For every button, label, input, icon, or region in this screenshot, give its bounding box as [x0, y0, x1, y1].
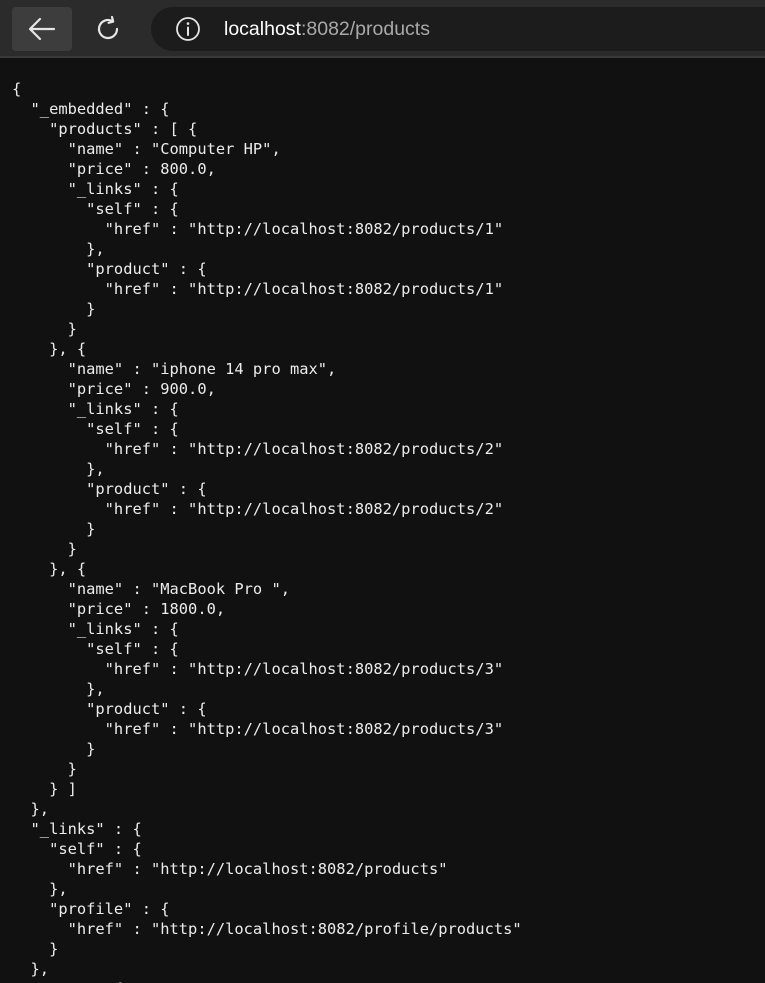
json-line: "_links" : {: [12, 180, 179, 198]
json-line: },: [12, 880, 68, 898]
address-bar[interactable]: localhost:8082/products: [151, 7, 765, 51]
json-line: "href" : "http://localhost:8082/products…: [12, 280, 504, 298]
browser-toolbar: localhost:8082/products: [0, 0, 765, 58]
json-line: }: [12, 520, 96, 538]
json-line: "self" : {: [12, 640, 179, 658]
json-line: "_links" : {: [12, 620, 179, 638]
json-line: "_embedded" : {: [12, 100, 170, 118]
json-line: "_links" : {: [12, 820, 142, 838]
json-line: "name" : "Computer HP",: [12, 140, 281, 158]
json-line: "href" : "http://localhost:8082/products…: [12, 440, 504, 458]
json-line: },: [12, 800, 50, 818]
json-line: "profile" : {: [12, 900, 170, 918]
url-host: localhost: [224, 17, 301, 40]
json-line: "name" : "iphone 14 pro max",: [12, 360, 337, 378]
refresh-icon: [97, 15, 119, 40]
json-line: }: [12, 760, 77, 778]
json-line: } ]: [12, 780, 77, 798]
arrow-left-icon: [28, 17, 56, 41]
json-text: { "_embedded" : { "products" : [ { "name…: [0, 60, 765, 983]
json-line: "product" : {: [12, 480, 207, 498]
json-line: }: [12, 320, 77, 338]
refresh-button[interactable]: [78, 7, 138, 51]
json-line: "price" : 800.0,: [12, 160, 216, 178]
json-line: },: [12, 240, 105, 258]
json-line: }: [12, 740, 96, 758]
json-line: "href" : "http://localhost:8082/profile/…: [12, 920, 522, 938]
json-line: {: [12, 80, 22, 98]
json-line: "price" : 900.0,: [12, 380, 216, 398]
json-line: "self" : {: [12, 840, 142, 858]
back-button[interactable]: [12, 7, 72, 51]
json-line: }: [12, 540, 77, 558]
json-line: "_links" : {: [12, 400, 179, 418]
json-line: }, {: [12, 560, 87, 578]
json-line: },: [12, 680, 105, 698]
json-line: "href" : "http://localhost:8082/products…: [12, 220, 504, 238]
json-line: "href" : "http://localhost:8082/products…: [12, 660, 504, 678]
json-line: "price" : 1800.0,: [12, 600, 226, 618]
json-line: }, {: [12, 340, 87, 358]
json-line: },: [12, 460, 105, 478]
json-line: "self" : {: [12, 420, 179, 438]
url-path: :8082/products: [300, 17, 430, 40]
json-line: "products" : [ {: [12, 120, 198, 138]
json-line: },: [12, 960, 50, 978]
json-viewer: { "_embedded" : { "products" : [ { "name…: [0, 60, 765, 983]
json-line: "href" : "http://localhost:8082/products…: [12, 720, 504, 738]
json-line: }: [12, 300, 96, 318]
json-line: "product" : {: [12, 260, 207, 278]
info-icon[interactable]: [175, 16, 201, 42]
json-line: "self" : {: [12, 200, 179, 218]
json-line: "href" : "http://localhost:8082/products…: [12, 500, 504, 518]
json-line: }: [12, 940, 59, 958]
json-line: "name" : "MacBook Pro ",: [12, 580, 290, 598]
json-line: "product" : {: [12, 700, 207, 718]
json-line: "href" : "http://localhost:8082/products…: [12, 860, 448, 878]
url-text[interactable]: localhost:8082/products: [224, 18, 430, 41]
